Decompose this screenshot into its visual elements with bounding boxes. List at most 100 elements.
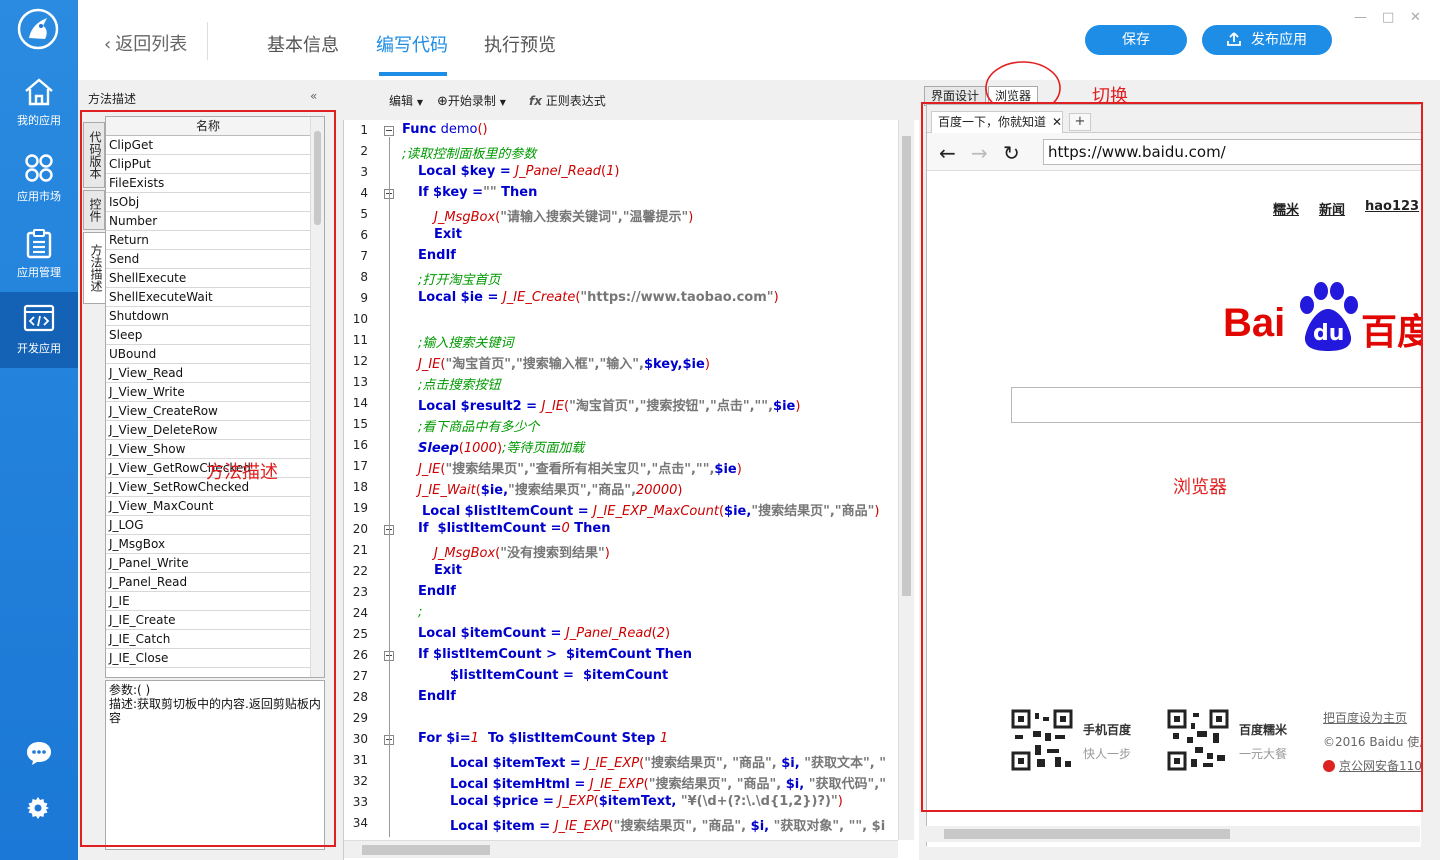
- fold-guide: [389, 137, 390, 837]
- code-line-30: For $i=1 To $listItemCount Step 1: [418, 731, 669, 746]
- code-line-18: J_IE_Wait($ie,"搜索结果页","商品",20000): [418, 483, 683, 498]
- unicorn-logo-icon: [17, 8, 59, 50]
- regex-label: 正则表达式: [545, 94, 606, 108]
- code-line-25: Local $itemCount = J_Panel_Read(2): [418, 626, 671, 641]
- collapse-panel-button[interactable]: «: [310, 89, 317, 103]
- line-number: 5: [360, 207, 368, 221]
- line-number: 18: [352, 480, 368, 494]
- app-window: 我的应用 应用市场 应用管理 开发应用 ‹ 返回列表 基本信息 编写代码 执行预…: [0, 0, 1440, 860]
- scrollbar-thumb[interactable]: [944, 829, 1230, 839]
- code-line-27: $listItemCount = $itemCount: [450, 668, 669, 683]
- code-line-21: J_MsgBox("没有搜索到结果"): [434, 546, 610, 561]
- code-line-32: Local $itemHtml = J_IE_EXP("搜索结果页", "商品"…: [450, 777, 886, 792]
- code-line-9: Local $ie = J_IE_Create("https://www.tao…: [418, 290, 779, 305]
- clipboard-icon: [26, 229, 52, 259]
- editor-vertical-scrollbar[interactable]: [898, 120, 914, 840]
- editor-horizontal-scrollbar[interactable]: [344, 840, 898, 858]
- code-line-16: Sleep(1000);等待页面加载: [418, 441, 585, 456]
- annotation-box-browser: [921, 102, 1423, 812]
- line-number: 20: [352, 522, 368, 536]
- line-number: 29: [352, 711, 368, 725]
- line-number: 12: [352, 354, 368, 368]
- line-number: 6: [360, 228, 368, 242]
- gear-icon[interactable]: [26, 796, 50, 820]
- maximize-button[interactable]: □: [1382, 10, 1394, 25]
- line-number: 32: [352, 774, 368, 788]
- caret-down-icon: ▼: [416, 98, 423, 107]
- chat-bubble-icon[interactable]: [25, 740, 53, 766]
- code-line-7: EndIf: [418, 248, 456, 263]
- line-number: 2: [360, 144, 368, 158]
- line-number: 17: [352, 459, 368, 473]
- chevron-left-icon: ‹: [104, 34, 112, 55]
- browser-horizontal-scrollbar[interactable]: [926, 826, 1420, 842]
- method-panel-title: 方法描述: [88, 92, 137, 106]
- nav-my-apps[interactable]: 我的应用: [0, 72, 78, 148]
- nav-label: 应用管理: [17, 266, 61, 279]
- code-line-6: Exit: [434, 227, 462, 242]
- line-number: 13: [352, 375, 368, 389]
- caret-down-icon: ▼: [499, 98, 506, 107]
- code-line-1: Func demo(): [402, 122, 488, 137]
- code-editor[interactable]: 1 2 3 4 5 6 7 8 9 10 11 12 13 14 15 16 17 18 19 20 21 22 23 24 2…: [343, 120, 919, 860]
- nav-develop-app[interactable]: 开发应用: [0, 292, 78, 368]
- code-line-12: J_IE("淘宝首页","搜索输入框","输入",$key,$ie): [418, 357, 710, 372]
- scrollbar-thumb[interactable]: [362, 845, 490, 855]
- line-number-gutter: 1 2 3 4 5 6 7 8 9 10 11 12 13 14 15 16 17 18 19 20 21 22 23 24 2…: [344, 120, 380, 840]
- edit-menu[interactable]: 编辑 ▼: [389, 92, 423, 109]
- grid-icon: [25, 154, 53, 182]
- nav-label: 应用市场: [17, 190, 61, 203]
- top-header: ‹ 返回列表 基本信息 编写代码 执行预览 保存 发布应用 — □ ✕: [78, 0, 1440, 80]
- record-icon: ⊕: [437, 94, 448, 109]
- code-line-2: ;读取控制面板里的参数: [402, 147, 537, 162]
- upload-icon: [1227, 32, 1241, 46]
- nav-label: 我的应用: [17, 114, 61, 127]
- code-line-28: EndIf: [418, 689, 456, 704]
- code-line-4: If $key ="" Then: [418, 185, 538, 200]
- header-divider: [207, 22, 208, 60]
- line-number: 10: [352, 312, 368, 326]
- publish-app-button[interactable]: 发布应用: [1202, 25, 1332, 55]
- line-number: 19: [352, 501, 368, 515]
- publish-label: 发布应用: [1251, 32, 1307, 48]
- save-button[interactable]: 保存: [1085, 25, 1187, 55]
- close-window-button[interactable]: ✕: [1410, 10, 1421, 25]
- fold-toggle[interactable]: [384, 126, 394, 136]
- back-label: 返回列表: [115, 34, 188, 55]
- code-line-33: Local $price = J_EXP($itemText, "¥(\d+(?…: [450, 794, 843, 809]
- record-button[interactable]: ⊕开始录制 ▼: [437, 92, 506, 109]
- regex-button[interactable]: fx 正则表达式: [529, 92, 606, 109]
- nav-app-market[interactable]: 应用市场: [0, 148, 78, 224]
- record-label: 开始录制: [447, 94, 496, 108]
- tab-run-preview[interactable]: 执行预览: [484, 31, 556, 57]
- line-number: 30: [352, 732, 368, 746]
- code-line-26: If $listItemCount > $itemCount Then: [418, 647, 693, 662]
- minimize-button[interactable]: —: [1354, 10, 1367, 25]
- scrollbar-thumb[interactable]: [902, 136, 911, 596]
- code-line-5: J_MsgBox("请输入搜索关键词","温馨提示"): [434, 210, 694, 225]
- back-to-list-link[interactable]: ‹ 返回列表: [104, 30, 187, 56]
- line-number: 25: [352, 627, 368, 641]
- line-number: 1: [360, 123, 368, 137]
- tab-write-code[interactable]: 编写代码: [376, 31, 448, 57]
- left-nav: 我的应用 应用市场 应用管理 开发应用: [0, 0, 78, 860]
- tab-basic-info[interactable]: 基本信息: [267, 31, 339, 57]
- line-number: 34: [352, 816, 368, 830]
- line-number: 16: [352, 438, 368, 452]
- line-number: 28: [352, 690, 368, 704]
- line-number: 23: [352, 585, 368, 599]
- code-line-31: Local $itemText = J_IE_EXP("搜索结果页", "商品"…: [450, 756, 886, 771]
- code-line-23: EndIf: [418, 584, 456, 599]
- code-line-17: J_IE("搜索结果页","查看所有相关宝贝","点击","",$ie): [418, 462, 742, 477]
- line-number: 22: [352, 564, 368, 578]
- line-number: 11: [352, 333, 368, 347]
- code-line-8: ;打开淘宝首页: [418, 273, 501, 288]
- line-number: 27: [352, 669, 368, 683]
- code-line-19: Local $listItemCount = J_IE_EXP_MaxCount…: [422, 504, 880, 519]
- nav-app-management[interactable]: 应用管理: [0, 224, 78, 300]
- code-line-13: ;点击搜索按钮: [418, 378, 501, 393]
- line-number: 8: [360, 270, 368, 284]
- nav-label: 开发应用: [17, 342, 61, 355]
- line-number: 33: [352, 795, 368, 809]
- line-number: 9: [360, 291, 368, 305]
